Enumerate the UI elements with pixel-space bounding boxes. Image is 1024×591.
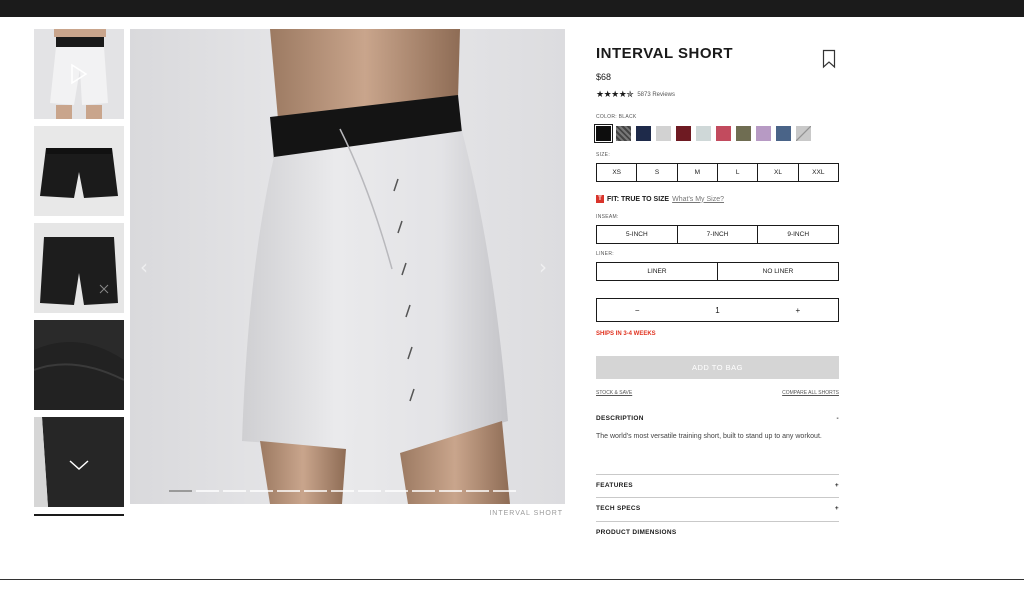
color-label: COLOR: BLACK: [596, 114, 637, 120]
fit-info: T FIT: TRUE TO SIZE What's My Size?: [596, 195, 724, 203]
thumbnail-strip: [34, 29, 124, 514]
size-option[interactable]: XL: [758, 164, 799, 181]
color-swatch[interactable]: [796, 126, 811, 141]
color-swatch[interactable]: [736, 126, 751, 141]
size-option[interactable]: S: [637, 164, 678, 181]
divider: [596, 474, 839, 475]
review-count[interactable]: 5873 Reviews: [637, 92, 675, 98]
divider: [596, 521, 839, 522]
slide-dot[interactable]: [169, 490, 192, 492]
slide-dot[interactable]: [358, 490, 381, 492]
quantity-increase-button[interactable]: +: [758, 306, 838, 315]
tech-specs-title: TECH SPECS: [596, 505, 641, 512]
size-option[interactable]: XXL: [799, 164, 838, 181]
description-header[interactable]: DESCRIPTION -: [596, 415, 839, 422]
thumbnail-flat-front-image: [40, 148, 118, 198]
thumbnail-pocket-detail[interactable]: [34, 417, 124, 507]
chevron-down-icon[interactable]: [34, 417, 124, 507]
product-title: INTERVAL SHORT: [596, 45, 734, 62]
description-title: DESCRIPTION: [596, 415, 644, 422]
color-swatch[interactable]: [636, 126, 651, 141]
add-to-bag-button[interactable]: ADD TO BAG: [596, 356, 839, 379]
quantity-stepper: − 1 +: [596, 298, 839, 322]
slide-dot[interactable]: [466, 490, 489, 492]
features-header[interactable]: FEATURES +: [596, 482, 839, 489]
fit-text: FIT: TRUE TO SIZE: [607, 195, 670, 203]
expand-icon[interactable]: +: [835, 482, 839, 489]
star-rating-icon: ★★★★✯: [596, 90, 634, 100]
inseam-label: INSEAM:: [596, 214, 619, 220]
slide-dot[interactable]: [196, 490, 219, 492]
product-details-panel: INTERVAL SHORT $68 ★★★★✯ 5873 Reviews CO…: [594, 45, 839, 536]
size-selector: XS S M L XL XXL: [596, 163, 839, 182]
liner-option[interactable]: NO LINER: [718, 263, 838, 280]
bookmark-icon[interactable]: [822, 49, 836, 69]
color-swatches: [594, 124, 811, 143]
inseam-option[interactable]: 5-INCH: [597, 226, 678, 243]
thumbnail-flat-front[interactable]: [34, 126, 124, 216]
main-product-image[interactable]: [130, 29, 565, 504]
slide-dot[interactable]: [412, 490, 435, 492]
play-icon[interactable]: [34, 29, 124, 119]
thumbnail-scroll-indicator: [34, 514, 124, 516]
inseam-option[interactable]: 9-INCH: [758, 226, 838, 243]
inseam-selector: 5-INCH 7-INCH 9-INCH: [596, 225, 839, 244]
liner-selector: LINER NO LINER: [596, 262, 839, 281]
rating[interactable]: ★★★★✯ 5873 Reviews: [596, 90, 675, 100]
color-swatch[interactable]: [756, 126, 771, 141]
slide-dot[interactable]: [304, 490, 327, 492]
slide-dot[interactable]: [277, 490, 300, 492]
slide-dot[interactable]: [223, 490, 246, 492]
thumbnail-fabric-detail-image: [34, 342, 124, 410]
size-option[interactable]: M: [678, 164, 718, 181]
slide-dot[interactable]: [385, 490, 408, 492]
product-dimensions-header[interactable]: PRODUCT DIMENSIONS: [596, 529, 839, 536]
image-caption: INTERVAL SHORT: [489, 510, 563, 517]
divider: [596, 497, 839, 498]
product-price: $68: [596, 72, 612, 82]
size-option[interactable]: XS: [597, 164, 638, 181]
product-photo: [130, 29, 565, 504]
page-divider: [0, 579, 1024, 580]
quantity-decrease-button[interactable]: −: [597, 306, 677, 315]
fit-badge-icon: T: [596, 195, 604, 203]
liner-option[interactable]: LINER: [597, 263, 718, 280]
slide-dot[interactable]: [331, 490, 354, 492]
features-title: FEATURES: [596, 482, 633, 489]
whats-my-size-link[interactable]: What's My Size?: [672, 196, 724, 203]
expand-icon[interactable]: +: [835, 505, 839, 512]
collapse-icon[interactable]: -: [837, 415, 839, 422]
color-swatch[interactable]: [594, 124, 613, 143]
slide-dot[interactable]: [439, 490, 462, 492]
shipping-notice: SHIPS IN 3-4 WEEKS: [596, 331, 656, 337]
prev-image-arrow-icon[interactable]: ‹: [140, 255, 148, 279]
slide-dot[interactable]: [250, 490, 273, 492]
compare-all-shorts-link[interactable]: COMPARE ALL SHORTS: [782, 390, 839, 396]
thumbnail-fabric-detail[interactable]: [34, 320, 124, 410]
inseam-option[interactable]: 7-INCH: [678, 226, 759, 243]
color-swatch[interactable]: [656, 126, 671, 141]
tech-specs-header[interactable]: TECH SPECS +: [596, 505, 839, 512]
stock-and-save-link[interactable]: STOCK & SAVE: [596, 390, 632, 396]
slide-dot[interactable]: [493, 490, 516, 492]
quantity-value: 1: [715, 305, 720, 315]
size-label: SIZE:: [596, 152, 611, 158]
next-image-arrow-icon[interactable]: ›: [539, 255, 547, 279]
color-swatch[interactable]: [696, 126, 711, 141]
description-text: The world's most versatile training shor…: [596, 433, 822, 440]
product-dimensions-title: PRODUCT DIMENSIONS: [596, 529, 677, 536]
color-swatch[interactable]: [616, 126, 631, 141]
color-swatch[interactable]: [716, 126, 731, 141]
top-nav-bar: [0, 0, 1024, 17]
color-swatch[interactable]: [776, 126, 791, 141]
thumbnail-flat-back[interactable]: [34, 223, 124, 313]
thumbnail-video[interactable]: [34, 29, 124, 119]
size-option[interactable]: L: [718, 164, 759, 181]
secondary-links: STOCK & SAVE COMPARE ALL SHORTS: [596, 390, 839, 396]
thumbnail-flat-back-image: [40, 237, 118, 305]
color-swatch[interactable]: [676, 126, 691, 141]
liner-label: LINER:: [596, 251, 614, 257]
slide-indicator: [169, 490, 529, 494]
